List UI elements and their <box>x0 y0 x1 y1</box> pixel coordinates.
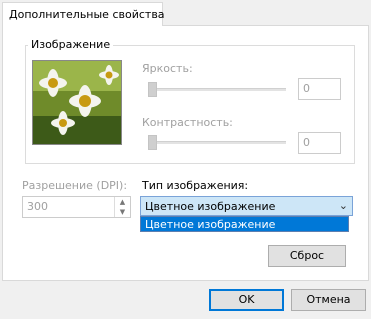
brightness-value: 0 <box>303 82 310 95</box>
brightness-slider-thumb[interactable] <box>148 82 157 97</box>
ok-button[interactable]: OK <box>209 289 284 311</box>
resolution-spin-buttons[interactable]: ▲ ▼ <box>114 197 130 217</box>
reset-button[interactable]: Сброс <box>268 245 346 267</box>
cancel-button[interactable]: Отмена <box>291 289 366 311</box>
spin-up-icon[interactable]: ▲ <box>115 197 130 207</box>
brightness-label: Яркость: <box>142 62 193 75</box>
resolution-spinner[interactable]: 300 ▲ ▼ <box>22 196 131 218</box>
image-type-dropdown-option[interactable]: Цветное изображение <box>140 216 349 232</box>
brightness-value-field[interactable]: 0 <box>298 78 341 100</box>
image-type-selected: Цветное изображение <box>145 200 276 213</box>
spin-down-icon[interactable]: ▼ <box>115 207 130 217</box>
image-preview <box>32 60 122 145</box>
resolution-value: 300 <box>27 200 48 213</box>
resolution-label: Разрешение (DPI): <box>22 179 128 192</box>
contrast-slider-track[interactable] <box>148 141 286 144</box>
contrast-slider-thumb[interactable] <box>148 135 157 150</box>
image-group-title: Изображение <box>28 38 114 51</box>
image-type-select[interactable]: Цветное изображение ⌄ <box>140 196 353 216</box>
brightness-slider-track[interactable] <box>148 88 286 91</box>
tab-label: Дополнительные свойства <box>9 8 165 21</box>
contrast-value-field[interactable]: 0 <box>298 132 341 154</box>
chevron-down-icon: ⌄ <box>338 199 348 212</box>
image-type-option-label: Цветное изображение <box>145 218 276 231</box>
tab-advanced-properties[interactable]: Дополнительные свойства <box>2 2 165 26</box>
contrast-label: Контрастность: <box>142 116 233 129</box>
image-type-label: Тип изображения: <box>142 179 249 192</box>
contrast-value: 0 <box>303 136 310 149</box>
